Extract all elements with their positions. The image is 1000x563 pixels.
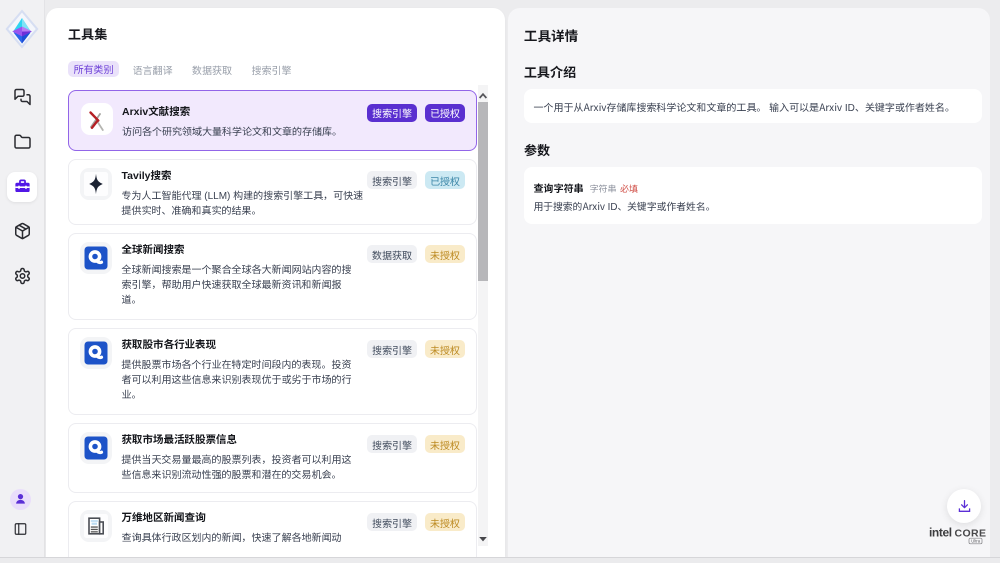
svg-text:Ultra: Ultra <box>971 539 981 544</box>
svg-text:intel: intel <box>929 526 952 540</box>
